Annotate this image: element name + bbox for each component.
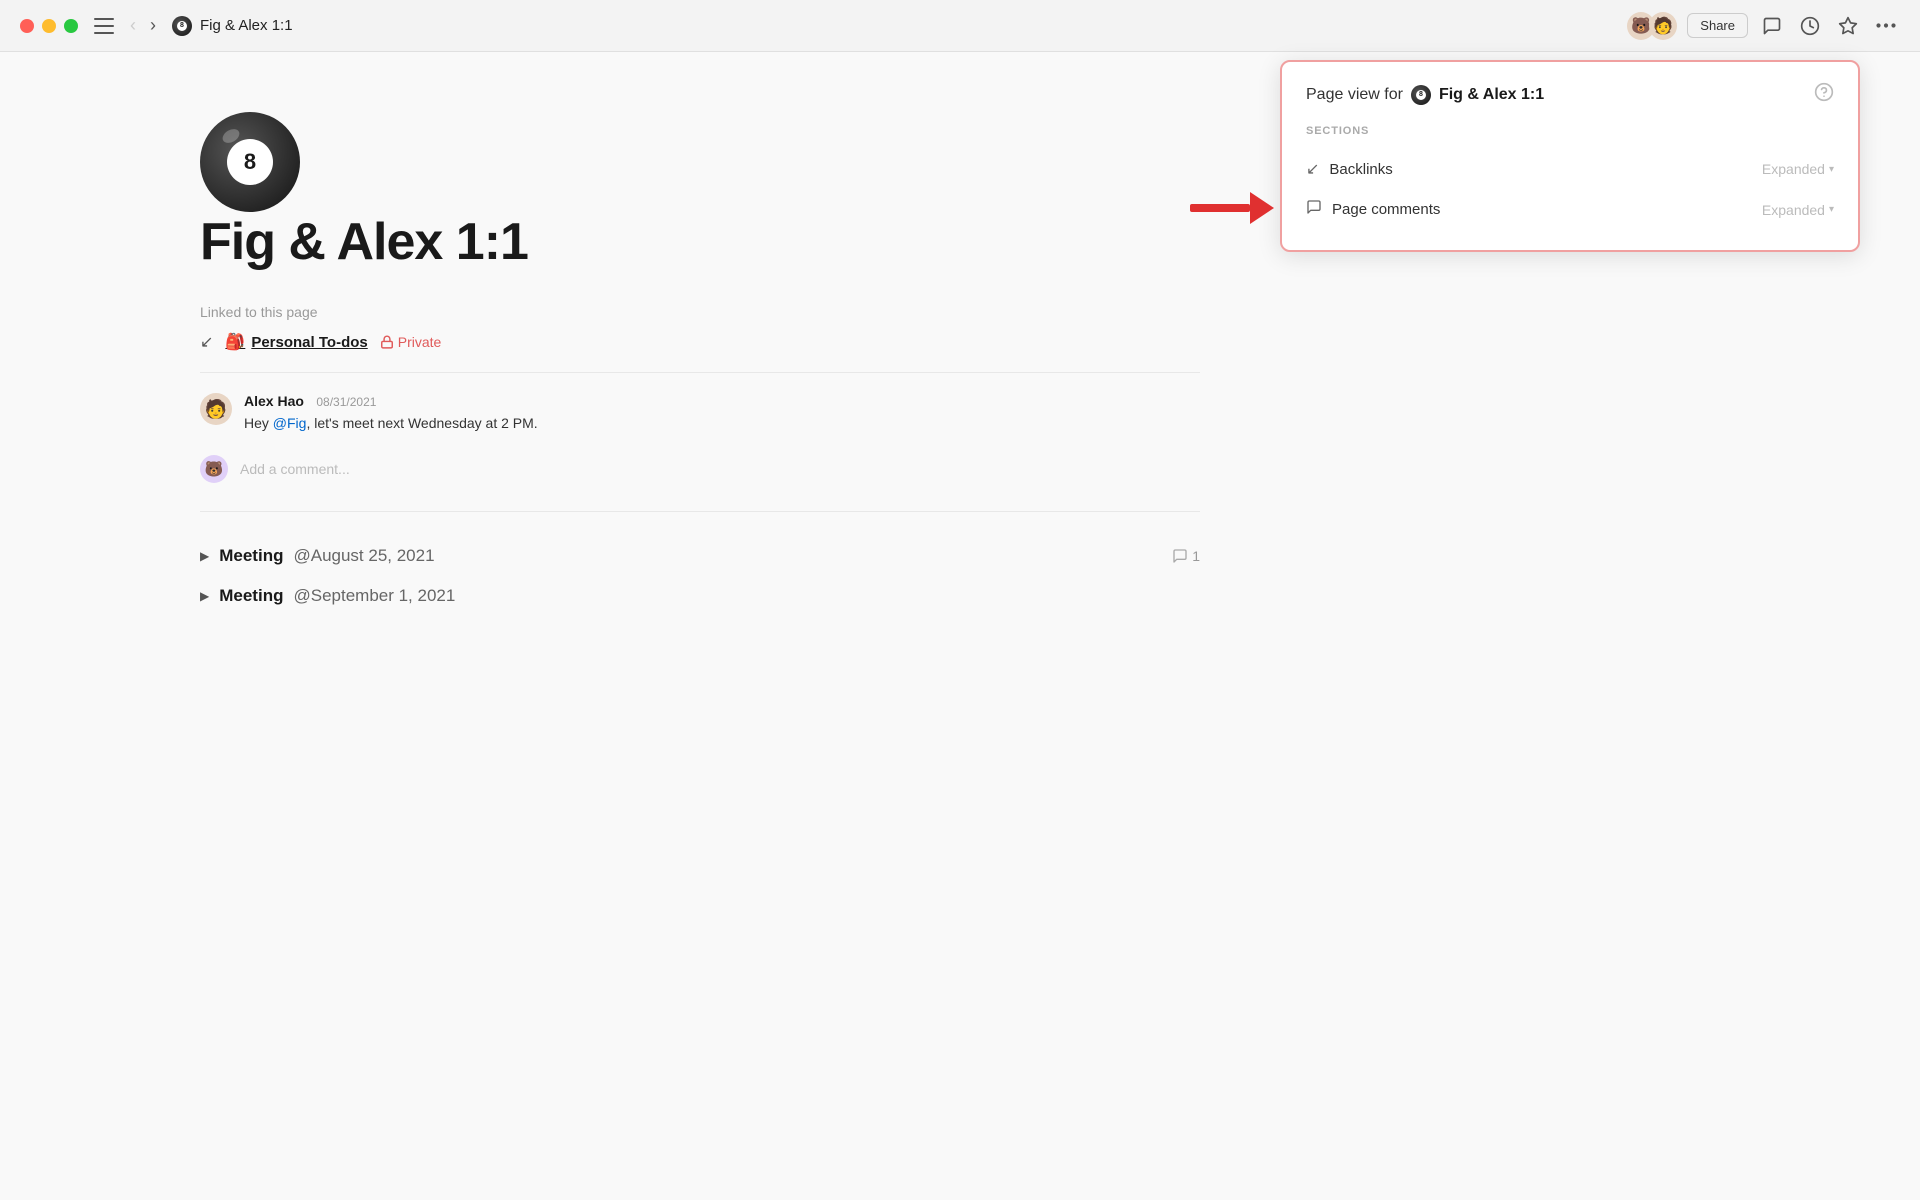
backlinks-icon: ↙ — [1306, 159, 1319, 179]
main-content: 8 Fig & Alex 1:1 Linked to this page ↙ 🎒… — [0, 52, 1400, 700]
back-button[interactable]: ‹ — [126, 13, 140, 38]
meeting-label-1: Meeting — [219, 586, 283, 606]
meeting-section: ▶ Meeting @August 25, 2021 1 ▶ Meeting @… — [200, 512, 1200, 640]
comment-button[interactable] — [1758, 12, 1786, 40]
traffic-lights — [20, 19, 78, 33]
mention-fig: @Fig — [273, 415, 307, 431]
popup-page-name: Fig & Alex 1:1 — [1439, 86, 1544, 104]
chevron-down-icon-2: ▾ — [1829, 204, 1834, 215]
linked-page-name: Personal To-dos — [251, 334, 367, 351]
comment-date: 08/31/2021 — [316, 395, 376, 409]
red-arrow-body — [1190, 204, 1250, 212]
titlebar-right: 🐻 🧑 Share — [1627, 12, 1900, 40]
popup-header: Page view for 8 Fig & Alex 1:1 — [1306, 82, 1834, 107]
avatar-group: 🐻 🧑 — [1627, 12, 1677, 40]
comment-author: Alex Hao — [244, 393, 304, 409]
comment-text: Hey @Fig, let's meet next Wednesday at 2… — [244, 415, 538, 431]
page-comments-icon — [1306, 199, 1322, 220]
chevron-down-icon: ▾ — [1829, 164, 1834, 175]
comment-section: 🧑 Alex Hao 08/31/2021 Hey @Fig, let's me… — [200, 373, 1200, 512]
forward-button[interactable]: › — [146, 13, 160, 38]
meeting-date-0: @August 25, 2021 — [293, 546, 434, 566]
page-title: Fig & Alex 1:1 — [200, 212, 1200, 272]
popup-label: Page view for — [1306, 86, 1403, 104]
popup-title-row: Page view for 8 Fig & Alex 1:1 — [1306, 85, 1544, 105]
popup-page-emoji: 8 — [1411, 85, 1431, 105]
close-button[interactable] — [20, 19, 34, 33]
private-badge: Private — [380, 334, 442, 350]
menu-icon[interactable] — [94, 18, 114, 34]
bookmark-button[interactable] — [1834, 12, 1862, 40]
meeting-label-0: Meeting — [219, 546, 283, 566]
section-row-comments: Page comments Expanded ▾ — [1306, 189, 1834, 230]
linked-items: ↙ 🎒 Personal To-dos Private — [200, 332, 1200, 373]
toggle-arrow-1: ▶ — [200, 589, 209, 603]
linked-page-emoji: 🎒 — [225, 332, 245, 352]
page-ball-icon: 8 — [200, 112, 300, 212]
history-button[interactable] — [1796, 12, 1824, 40]
linked-section-label: Linked to this page — [200, 304, 1200, 320]
backlink-arrow-icon: ↙ — [200, 332, 213, 352]
comment-count-0: 1 — [1172, 548, 1200, 564]
more-button[interactable] — [1872, 19, 1900, 32]
meeting-item-0[interactable]: ▶ Meeting @August 25, 2021 1 — [200, 536, 1200, 576]
section-row-left-comments: Page comments — [1306, 199, 1440, 220]
page-comments-value: Expanded — [1762, 202, 1825, 218]
popup-panel: Page view for 8 Fig & Alex 1:1 SECTIONS … — [1280, 60, 1860, 252]
comment-count-label-0: 1 — [1192, 548, 1200, 564]
red-arrow-head — [1250, 192, 1274, 224]
nav-arrows: ‹ › — [126, 13, 160, 38]
linked-page-item[interactable]: 🎒 Personal To-dos — [225, 332, 367, 352]
maximize-button[interactable] — [64, 19, 78, 33]
add-comment-input[interactable]: Add a comment... — [240, 461, 350, 477]
minimize-button[interactable] — [42, 19, 56, 33]
section-row-backlinks: ↙ Backlinks Expanded ▾ — [1306, 149, 1834, 189]
page-comments-label: Page comments — [1332, 201, 1440, 218]
share-button[interactable]: Share — [1687, 13, 1748, 38]
private-label: Private — [398, 334, 442, 350]
comment-body: Alex Hao 08/31/2021 Hey @Fig, let's meet… — [244, 393, 538, 431]
page-comments-dropdown[interactable]: Expanded ▾ — [1762, 202, 1834, 218]
add-comment-row: 🐻 Add a comment... — [200, 447, 1200, 491]
backlinks-dropdown[interactable]: Expanded ▾ — [1762, 161, 1834, 177]
comment-author-avatar: 🧑 — [200, 393, 232, 425]
titlebar: ‹ › 8 Fig & Alex 1:1 🐻 🧑 Share — [0, 0, 1920, 52]
section-row-left-backlinks: ↙ Backlinks — [1306, 159, 1393, 179]
page-title: Fig & Alex 1:1 — [200, 17, 293, 34]
meeting-date-1: @September 1, 2021 — [293, 586, 455, 606]
page-icon-title: 8 Fig & Alex 1:1 — [172, 16, 293, 36]
meeting-item-1[interactable]: ▶ Meeting @September 1, 2021 — [200, 576, 1200, 616]
backlinks-label: Backlinks — [1329, 161, 1392, 178]
sections-label: SECTIONS — [1306, 125, 1834, 137]
backlinks-value: Expanded — [1762, 161, 1825, 177]
comment-item: 🧑 Alex Hao 08/31/2021 Hey @Fig, let's me… — [200, 393, 1200, 431]
page-emoji-icon: 8 — [172, 16, 192, 36]
toggle-arrow-0: ▶ — [200, 549, 209, 563]
help-icon[interactable] — [1814, 82, 1834, 107]
current-user-avatar: 🐻 — [200, 455, 228, 483]
red-arrow — [1190, 192, 1274, 224]
avatar-user2: 🧑 — [1649, 12, 1677, 40]
